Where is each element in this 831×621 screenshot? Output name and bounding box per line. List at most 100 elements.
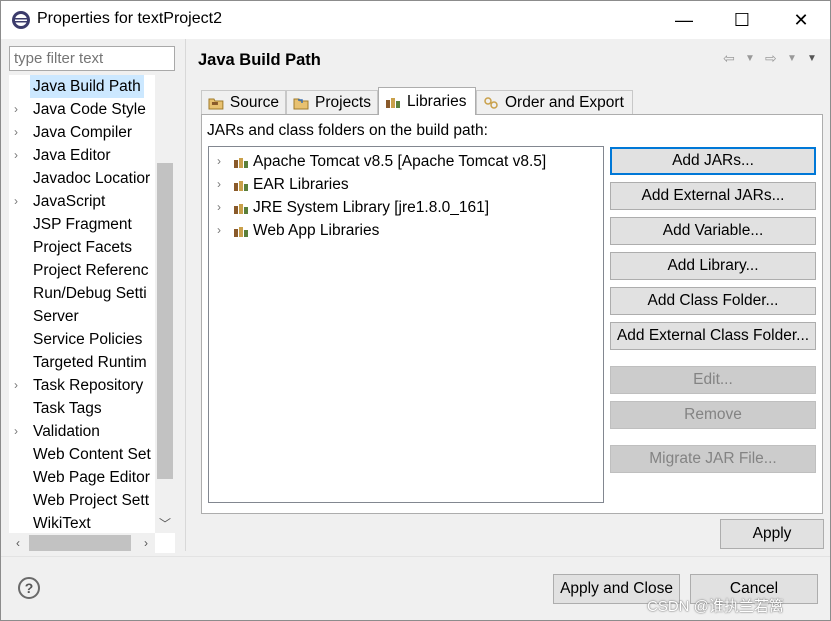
sidebar-item-label: Project Facets bbox=[33, 239, 133, 256]
properties-dialog: Properties for textProject2 — ☐ ✕ Java B… bbox=[0, 0, 831, 621]
tab-projects-label: Projects bbox=[315, 94, 371, 111]
sidebar-item-label: Java Code Style bbox=[33, 101, 146, 118]
library-label: EAR Libraries bbox=[253, 176, 349, 193]
watermark: CSDN @谁执兰若篱 bbox=[647, 598, 784, 615]
sidebar-item[interactable]: Web Page Editor bbox=[9, 466, 155, 489]
add-external-jars-button[interactable]: Add External JARs... bbox=[610, 182, 816, 210]
sidebar-item[interactable]: Service Policies bbox=[9, 328, 155, 351]
add-external-class-folder-button[interactable]: Add External Class Folder... bbox=[610, 322, 816, 350]
sidebar-item[interactable]: Task Tags bbox=[9, 397, 155, 420]
sidebar-item[interactable]: › Java Code Style bbox=[9, 98, 155, 121]
close-button[interactable]: ✕ bbox=[772, 1, 830, 39]
add-library-button[interactable]: Add Library... bbox=[610, 252, 816, 280]
sidebar-item-label: Java Editor bbox=[33, 147, 111, 164]
sidebar-item-label: Run/Debug Setti bbox=[33, 285, 147, 302]
scroll-right-icon[interactable]: › bbox=[137, 533, 155, 553]
library-icon bbox=[234, 227, 248, 237]
remove-button[interactable]: Remove bbox=[610, 401, 816, 429]
expand-arrow-icon[interactable]: › bbox=[217, 196, 221, 219]
sidebar-item[interactable]: WikiText bbox=[9, 512, 155, 535]
scrollbar-thumb[interactable] bbox=[157, 163, 173, 479]
pane-divider[interactable] bbox=[185, 39, 186, 551]
footer-divider bbox=[1, 556, 830, 557]
filter-input[interactable] bbox=[9, 46, 175, 71]
library-icon bbox=[234, 158, 248, 168]
sidebar-item-label: Web Content Set bbox=[33, 446, 151, 463]
sidebar-item[interactable]: Run/Debug Setti bbox=[9, 282, 155, 305]
sidebar-item-label: Web Page Editor bbox=[33, 469, 150, 486]
libraries-caption: JARs and class folders on the build path… bbox=[207, 122, 488, 139]
expand-arrow-icon[interactable]: › bbox=[217, 173, 221, 196]
sidebar-item[interactable]: Javadoc Locatior bbox=[9, 167, 155, 190]
apply-button[interactable]: Apply bbox=[720, 519, 824, 549]
sidebar-item-label: Web Project Sett bbox=[33, 492, 150, 509]
page-title: Java Build Path bbox=[198, 51, 321, 69]
edit-button[interactable]: Edit... bbox=[610, 366, 816, 394]
view-menu-icon[interactable]: ▼ bbox=[807, 53, 817, 64]
help-icon[interactable]: ? bbox=[18, 577, 40, 599]
sidebar-item-label: Server bbox=[33, 308, 79, 325]
sidebar-item[interactable]: Project Facets bbox=[9, 236, 155, 259]
tab-libraries[interactable]: Libraries bbox=[378, 87, 476, 115]
sidebar-item-label: Java Build Path bbox=[30, 75, 144, 98]
sidebar-item-label: Task Tags bbox=[33, 400, 102, 417]
sidebar-item[interactable]: › Java Editor bbox=[9, 144, 155, 167]
tab-projects[interactable]: Projects bbox=[286, 90, 378, 115]
migrate-jar-button[interactable]: Migrate JAR File... bbox=[610, 445, 816, 473]
library-icon bbox=[234, 181, 248, 191]
sidebar-item[interactable]: › Validation bbox=[9, 420, 155, 443]
tab-source[interactable]: Source bbox=[201, 90, 286, 115]
expand-arrow-icon[interactable]: › bbox=[14, 98, 26, 121]
back-arrow-icon[interactable]: ⇦ bbox=[723, 50, 735, 67]
forward-arrow-icon[interactable]: ⇨ bbox=[765, 50, 777, 67]
scroll-left-icon[interactable]: ‹ bbox=[9, 533, 27, 553]
expand-arrow-icon[interactable]: › bbox=[14, 420, 26, 443]
sidebar-item[interactable]: › Task Repository bbox=[9, 374, 155, 397]
back-dropdown-icon[interactable]: ▼ bbox=[745, 53, 755, 64]
tab-order-label: Order and Export bbox=[505, 94, 624, 111]
sidebar-item[interactable]: Web Project Sett bbox=[9, 489, 155, 512]
libraries-tree[interactable]: › Apache Tomcat v8.5 [Apache Tomcat v8.5]… bbox=[208, 146, 604, 503]
add-class-folder-button[interactable]: Add Class Folder... bbox=[610, 287, 816, 315]
sidebar-item-label: Task Repository bbox=[33, 377, 144, 394]
scrollbar-thumb[interactable] bbox=[29, 535, 131, 551]
sidebar-item-label: Validation bbox=[33, 423, 100, 440]
category-tree: Java Build Path › Java Code Style › Java Com… bbox=[9, 75, 175, 553]
library-label: Web App Libraries bbox=[253, 222, 380, 239]
history-navigation: ⇦ ▼ ⇨ ▼ ▼ bbox=[723, 50, 823, 68]
order-export-icon bbox=[484, 97, 498, 109]
sidebar-item-label: Javadoc Locatior bbox=[33, 170, 151, 187]
sidebar-item[interactable]: › JavaScript bbox=[9, 190, 155, 213]
sidebar-item[interactable]: JSP Fragment bbox=[9, 213, 155, 236]
expand-arrow-icon[interactable]: › bbox=[14, 144, 26, 167]
add-jars-button[interactable]: Add JARs... bbox=[610, 147, 816, 175]
add-variable-button[interactable]: Add Variable... bbox=[610, 217, 816, 245]
expand-arrow-icon[interactable]: › bbox=[14, 190, 26, 213]
sidebar-item[interactable]: Server bbox=[9, 305, 155, 328]
sidebar-item-label: Service Policies bbox=[33, 331, 143, 348]
expand-arrow-icon[interactable]: › bbox=[217, 219, 221, 242]
minimize-button[interactable]: — bbox=[655, 1, 713, 39]
sidebar-item-label: Targeted Runtim bbox=[33, 354, 147, 371]
sidebar-item-label: JSP Fragment bbox=[33, 216, 132, 233]
forward-dropdown-icon[interactable]: ▼ bbox=[787, 53, 797, 64]
expand-arrow-icon[interactable]: › bbox=[217, 150, 221, 173]
maximize-button[interactable]: ☐ bbox=[713, 1, 771, 39]
source-folder-icon bbox=[208, 98, 224, 110]
projects-icon bbox=[293, 98, 309, 110]
tab-order-and-export[interactable]: Order and Export bbox=[476, 90, 633, 115]
window-title: Properties for textProject2 bbox=[37, 10, 222, 27]
sidebar-item[interactable]: Targeted Runtim bbox=[9, 351, 155, 374]
sidebar-item[interactable]: Project Referenc bbox=[9, 259, 155, 282]
sidebar-item[interactable]: Java Build Path bbox=[9, 75, 155, 98]
sidebar-item[interactable]: Web Content Set bbox=[9, 443, 155, 466]
sidebar-item[interactable]: › Java Compiler bbox=[9, 121, 155, 144]
expand-arrow-icon[interactable]: › bbox=[14, 374, 26, 397]
expand-arrow-icon[interactable]: › bbox=[14, 121, 26, 144]
sidebar-item-label: Project Referenc bbox=[33, 262, 149, 279]
tab-source-label: Source bbox=[229, 94, 279, 111]
library-icon bbox=[234, 204, 248, 214]
category-horizontal-scrollbar[interactable]: ‹ › bbox=[9, 533, 155, 553]
category-vertical-scrollbar[interactable]: ﹀ bbox=[155, 75, 175, 533]
scroll-down-icon[interactable]: ﹀ bbox=[155, 513, 175, 533]
